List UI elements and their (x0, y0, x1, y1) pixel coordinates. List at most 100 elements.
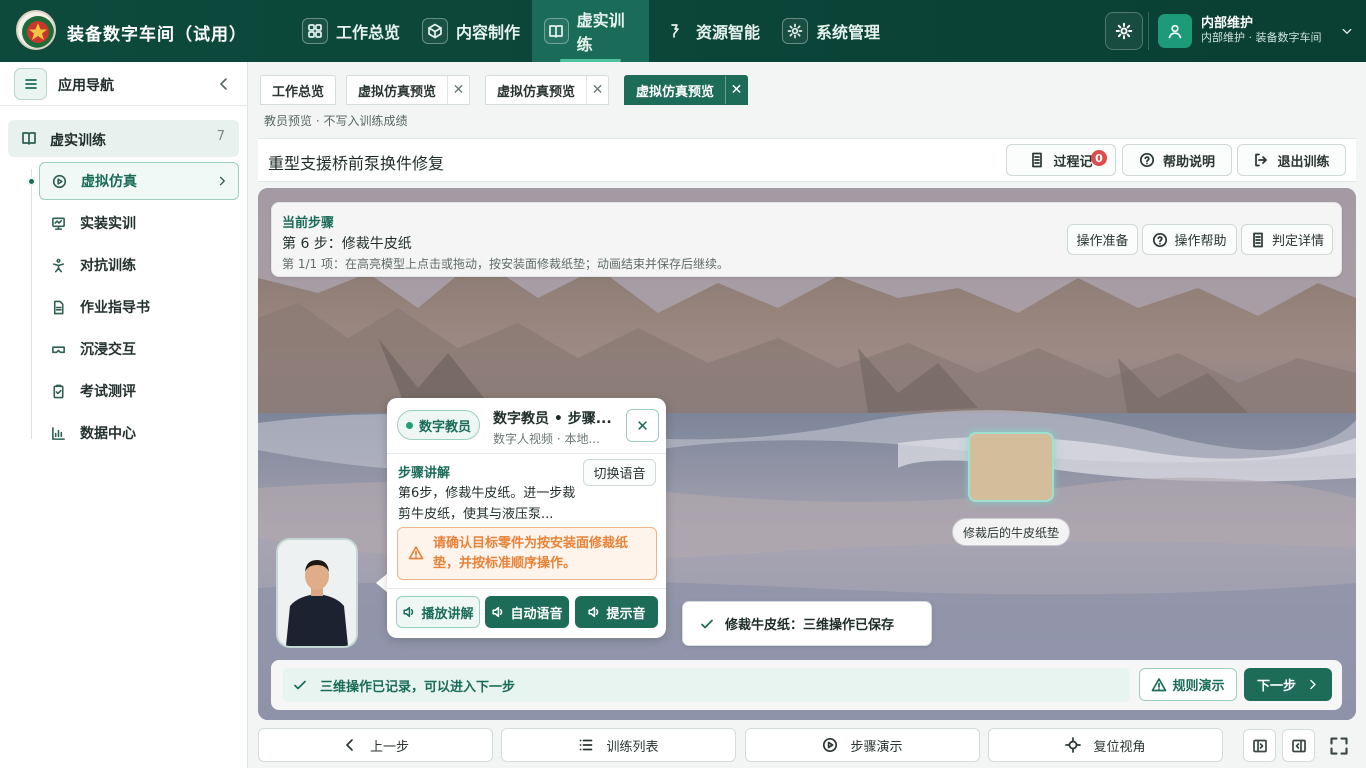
tab-label: 虚拟仿真预览 (497, 84, 576, 100)
vr-headset-icon (52, 345, 65, 353)
instructor-avatar[interactable] (276, 538, 358, 648)
op-help-label: 操作帮助 (1174, 234, 1227, 249)
close-instructor-button[interactable]: ✕ (626, 409, 659, 442)
settings-button[interactable] (1105, 12, 1143, 50)
monitor-icon (52, 217, 65, 230)
previous-step-button[interactable]: 上一步 (258, 728, 493, 762)
fullscreen-icon (1329, 736, 1348, 755)
next-step-button[interactable]: 下一步 (1244, 668, 1332, 701)
toggle-right-panel-button[interactable] (1282, 729, 1315, 762)
divider (387, 453, 666, 454)
status-text: 三维操作已记录，可以进入下一步 (320, 679, 516, 695)
nav-item-resources[interactable]: 资源智能 (650, 0, 772, 62)
sidebar: 应用导航 虚实训练 7 虚拟仿真 实装实训 对抗训练 作业指导书 沉浸交互 考试… (0, 62, 248, 768)
judge-label: 判定详情 (1271, 234, 1324, 249)
book-icon (544, 18, 569, 44)
panel-left-icon (1252, 739, 1267, 752)
close-icon[interactable]: ✕ (586, 76, 608, 104)
nav-item-content[interactable]: 内容制作 (410, 0, 532, 62)
list-icon (580, 739, 593, 751)
sidebar-item-work-guide[interactable]: 作业指导书 (39, 288, 239, 326)
close-icon[interactable]: ✕ (725, 76, 747, 104)
list-label: 训练列表 (606, 739, 659, 755)
auto-voice-button[interactable]: 自动语音 (485, 596, 569, 628)
nav-item-training[interactable]: 虚实训练 (532, 0, 649, 62)
rule-demo-label: 规则演示 (1172, 679, 1225, 694)
training-list-button[interactable]: 训练列表 (501, 728, 736, 762)
close-icon: ✕ (636, 416, 649, 435)
operation-help-button[interactable]: 操作帮助 (1142, 224, 1237, 255)
collapse-sidebar-button[interactable] (216, 76, 232, 92)
nav-label: 内容制作 (456, 23, 521, 42)
switch-voice-label: 切换语音 (593, 467, 646, 482)
fight-icon (53, 258, 64, 272)
sidebar-item-confrontation[interactable]: 对抗训练 (39, 246, 239, 284)
reset-view-button[interactable]: 复位视角 (988, 728, 1223, 762)
part-label: 修裁后的牛皮纸垫 (952, 518, 1070, 546)
nav-label: 资源智能 (696, 23, 761, 42)
chip-label: 数字教员 (419, 419, 472, 435)
warning-box: 请确认目标零件为按安装面修裁纸垫，并按标准顺序操作。 (397, 527, 657, 580)
play-narration-button[interactable]: 播放讲解 (396, 596, 480, 628)
play-label: 播放讲解 (421, 606, 474, 622)
sidebar-item-exam[interactable]: 考试测评 (39, 372, 239, 410)
settings-icon (1115, 22, 1133, 40)
toggle-left-panel-button[interactable] (1243, 729, 1276, 762)
user-name: 内部维护 (1201, 16, 1254, 32)
help-label: 帮助说明 (1162, 154, 1215, 170)
step-demo-button[interactable]: 步骤演示 (745, 728, 980, 762)
rule-demo-button[interactable]: 规则演示 (1139, 668, 1237, 701)
fullscreen-button[interactable] (1322, 729, 1355, 762)
tab-label: 虚拟仿真预览 (636, 84, 715, 100)
nav-item-system[interactable]: 系统管理 (770, 0, 892, 62)
panel-right-icon (1291, 739, 1306, 752)
nav-item-overview[interactable]: 工作总览 (290, 0, 412, 62)
judge-details-button[interactable]: 判定详情 (1241, 224, 1333, 255)
step-detail: 第 1/1 项：在高亮模型上点击或拖动，按安装面修裁纸垫；动画结束并保存后继续。 (282, 257, 729, 271)
menu-toggle-button[interactable] (14, 68, 47, 100)
user-menu[interactable]: 内部维护 内部维护 · 装备数字车间 (1158, 13, 1353, 49)
tab-overview[interactable]: 工作总览 (260, 75, 337, 105)
sidebar-item-label: 虚拟仿真 (81, 174, 137, 190)
save-toast: 修裁牛皮纸：三维操作已保存 (682, 601, 932, 646)
prompt-tone-button[interactable]: 提示音 (575, 596, 658, 628)
close-icon[interactable]: ✕ (447, 76, 469, 104)
exit-training-button[interactable]: 退出训练 (1237, 144, 1346, 176)
tone-label: 提示音 (606, 606, 646, 622)
divider (1148, 12, 1149, 50)
help-button[interactable]: 帮助说明 (1122, 144, 1232, 176)
sidebar-group-count: 7 (216, 129, 225, 144)
nav-label: 系统管理 (816, 23, 881, 42)
sidebar-item-immersive[interactable]: 沉浸交互 (39, 330, 239, 368)
speaker-icon (492, 606, 503, 618)
kraft-paper-gasket-model[interactable] (968, 432, 1054, 502)
switch-voice-button[interactable]: 切换语音 (583, 459, 656, 486)
tab-preview-1[interactable]: 虚拟仿真预览 ✕ (346, 75, 471, 105)
demo-label: 步骤演示 (850, 739, 903, 755)
nav-label: 工作总览 (336, 23, 401, 42)
document-icon (1032, 152, 1043, 168)
emblem-logo (16, 10, 56, 50)
user-subtitle: 内部维护 · 装备数字车间 (1201, 31, 1322, 45)
sidebar-item-label: 对抗训练 (80, 258, 136, 274)
digital-instructor-panel: 数字教员 数字教员 • 步骤... 数字人视频 · 本地... ✕ 步骤讲解 切… (387, 398, 666, 638)
sidebar-item-real-training[interactable]: 实装实训 (39, 204, 239, 242)
chart-icon (52, 426, 65, 440)
sidebar-item-data-center[interactable]: 数据中心 (39, 414, 239, 452)
logout-icon (1255, 153, 1268, 167)
step-title: 第 6 步：修裁牛皮纸 (282, 236, 412, 252)
grid-icon (302, 18, 328, 44)
operation-prepare-button[interactable]: 操作准备 (1067, 224, 1138, 255)
process-record-button[interactable]: 过程记 0 (1006, 144, 1116, 176)
sidebar-item-virtual-sim[interactable]: 虚拟仿真 (39, 162, 239, 200)
app-title: 装备数字车间（试用） (67, 25, 247, 45)
warning-icon (1152, 677, 1167, 691)
sidebar-group-training[interactable]: 虚实训练 7 (8, 120, 239, 157)
tab-preview-3-active[interactable]: 虚拟仿真预览 ✕ (624, 75, 749, 105)
warning-text: 请确认目标零件为按安装面修裁纸垫，并按标准顺序操作。 (433, 536, 629, 571)
crosshair-icon (1065, 737, 1082, 753)
tab-preview-2[interactable]: 虚拟仿真预览 ✕ (485, 75, 610, 105)
narration-text: 第6步，修裁牛皮纸。进一步裁剪牛皮纸，使其与液压泵... (398, 486, 576, 522)
status-dot (406, 421, 413, 429)
preview-notice: 教员预览 · 不写入训练成绩 (264, 114, 408, 128)
